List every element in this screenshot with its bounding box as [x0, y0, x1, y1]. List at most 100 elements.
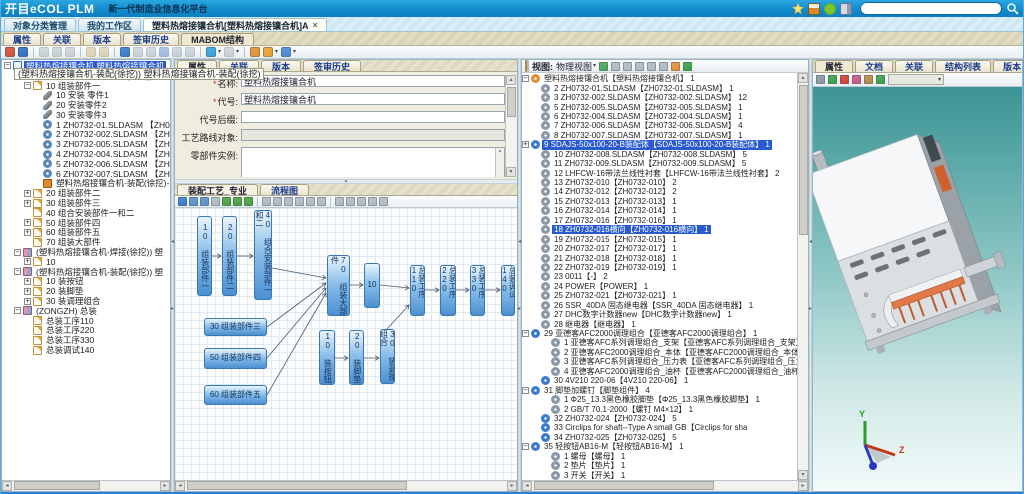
route-icon[interactable] [222, 197, 231, 206]
search-icon[interactable] [1006, 2, 1019, 15]
tree-row-19[interactable]: −(塑料热熔接镶合机-焊接(徐挖)) 塑 [4, 247, 170, 257]
tree-row-2[interactable]: 3 ZH0732-002.SLDASM【ZH0732-002.SLDASM】 1… [522, 93, 797, 102]
redo-route-icon[interactable] [233, 197, 242, 206]
tree-row-29[interactable]: 2 亚德客AFC2000调理组合_本体【亚德客AFC2000调理组合_本体 [522, 348, 797, 357]
detail-tab-2[interactable]: 版本 [261, 60, 301, 71]
tree-row-41[interactable]: 2 垫片【垫片】 1 [522, 461, 797, 470]
tree-row-7[interactable]: 2 ZH0732-002.SLDASM 【ZH07 [4, 130, 170, 140]
tree-row-6[interactable]: 1 ZH0732-01.SLDASM 【ZH073 [4, 120, 170, 130]
same-height-icon[interactable] [368, 197, 377, 206]
flow-node--140[interactable]: 总装调试140 [501, 265, 515, 316]
expand-icon[interactable]: + [24, 229, 31, 236]
sub-tab-3[interactable]: 签审历史 [123, 33, 179, 45]
tree-row-21[interactable]: −(塑料热熔接镶合机-装配(徐挖)) 塑 [4, 267, 170, 277]
collapse-icon[interactable]: − [522, 75, 529, 82]
flow-node-50-[interactable]: 50 组装部件四 [204, 348, 267, 369]
tree-row-16[interactable]: +50 组装部件四 [4, 218, 170, 228]
new-doc-icon[interactable] [527, 60, 529, 72]
sphere-icon-caret[interactable]: ▾ [275, 47, 278, 57]
tree-row-6[interactable]: 8 ZH0732-007.SLDASM【ZH0732-007.SLDASM】 1 [522, 131, 797, 140]
collapse-icon[interactable]: − [24, 82, 31, 89]
doc3-icon[interactable] [635, 62, 644, 71]
zoom-window-icon[interactable] [864, 75, 873, 84]
delete-icon[interactable] [211, 197, 220, 206]
flow-node-40-[interactable]: 40 组合安装部件一和二 [254, 210, 272, 300]
flow-node-20-[interactable]: 20 装脚垫 [349, 330, 364, 385]
expand-icon[interactable]: + [24, 258, 31, 265]
tree-row-22[interactable]: 24 POWER【POWER】 1 [522, 282, 797, 291]
bom-tree-hscrollbar[interactable]: ◂ ▸ [522, 480, 808, 491]
align-center-icon[interactable] [273, 197, 282, 206]
tree-row-1[interactable]: 2 ZH0732-01.SLDASM【ZH0732-01.SLDASM】 1 [522, 83, 797, 92]
same-size-icon[interactable] [379, 197, 388, 206]
collapse-icon[interactable]: − [522, 330, 529, 337]
tree-row-10[interactable]: 12 LHFCW-16带法兰线性衬套【LHFCW-16带法兰线性衬套】 2 [522, 168, 797, 177]
tree-row-35[interactable]: 2 GB/T 70.1-2000【螺钉 M4×12】 1 [522, 404, 797, 413]
tree-row-36[interactable]: 32 ZH0732-024【ZH0732-024】 5 [522, 414, 797, 423]
flow-node-20-[interactable]: 20 组装部件二 [222, 216, 237, 296]
tree-row-9[interactable]: 4 ZH0732-004.SLDASM 【ZH07 [4, 149, 170, 159]
field-input-2[interactable] [241, 111, 505, 123]
tree-row-3[interactable]: 10 安装 零件1 [4, 90, 170, 100]
tree-row-9[interactable]: 11 ZH0732-009.SLDASM【ZH0732-009.SLDASM】 … [522, 159, 797, 168]
align-middle-icon[interactable] [306, 197, 315, 206]
layers-icon[interactable] [224, 47, 234, 57]
process-tree-hscrollbar[interactable]: ◂ ▸ [2, 480, 170, 491]
refresh-icon[interactable] [683, 62, 692, 71]
export-icon[interactable] [99, 47, 109, 57]
flow-node-10-[interactable]: 10 组装部件一 [197, 216, 212, 296]
align-left-icon[interactable] [262, 197, 271, 206]
tree-row-17[interactable]: +60 组装部件五 [4, 228, 170, 238]
flow-node--220[interactable]: 总装工序220 [440, 265, 456, 316]
tree-row-14[interactable]: +30 组装部件三 [4, 198, 170, 208]
tree-row-24[interactable]: 26 SSR_40DA 固态继电器【SSR_40DA 固态继电器】 1 [522, 301, 797, 310]
edit-icon[interactable] [5, 47, 15, 57]
align-right-icon[interactable] [284, 197, 293, 206]
layers-icon-caret[interactable]: ▾ [236, 47, 239, 57]
tree-row-40[interactable]: 1 螺母【螺母】 1 [522, 452, 797, 461]
detail-tab-3[interactable]: 签审历史 [303, 60, 361, 71]
tree-row-4[interactable]: 6 ZH0732-004.SLDASM【ZH0732-004.SLDASM】 1 [522, 112, 797, 121]
undo-route-icon[interactable] [244, 197, 253, 206]
doc4-icon[interactable] [647, 62, 656, 71]
tree-row-38[interactable]: 34 ZH0732-025【ZH0732-025】 5 [522, 433, 797, 442]
diagram-hscrollbar[interactable]: ◂ ▸ [175, 480, 517, 491]
tree-row-27[interactable]: −29 亚德客AFC2000调理组合【亚德客AFC2000调理组合】 1 [522, 329, 797, 338]
space-v-icon[interactable] [346, 197, 355, 206]
tree-row-29[interactable]: 总装调试140 [4, 345, 170, 355]
expand-icon[interactable]: + [24, 200, 31, 207]
tree-row-22[interactable]: +10 装按钮 [4, 277, 170, 287]
scroll-left-icon[interactable]: ◂ [522, 481, 532, 491]
tree-row-14[interactable]: 16 ZH0732-014【ZH0732-014】 1 [522, 206, 797, 215]
tree-row-30[interactable]: 3 亚德客AFC系列调理组合_压力表【亚德客AFC系列调理组合_压力 [522, 357, 797, 366]
tree-row-32[interactable]: 30 4V210 220-06【4V210 220-06】 1 [522, 376, 797, 385]
doc2-icon[interactable] [623, 62, 632, 71]
tree-row-18[interactable]: 20 ZH0732-017【ZH0732-017】 1 [522, 244, 797, 253]
tree-row-2[interactable]: −10 组装部件一 [4, 81, 170, 91]
collapse-icon[interactable]: − [522, 443, 529, 450]
import-icon[interactable] [86, 47, 96, 57]
tree-row-23[interactable]: +20 装脚垫 [4, 286, 170, 296]
tree-row-28[interactable]: 总装工序330 [4, 335, 170, 345]
sign-icon[interactable] [159, 47, 169, 57]
field-input-1[interactable] [241, 93, 505, 105]
tree-row-12[interactable]: 14 ZH0732-012【ZH0732-012】 2 [522, 187, 797, 196]
report-icon-caret[interactable]: ▾ [293, 47, 296, 57]
tree-row-11[interactable]: 13 ZH0732-010【ZH0732-010】 2 [522, 178, 797, 187]
scroll-right-icon[interactable]: ▸ [160, 481, 170, 491]
tree-row-20[interactable]: 22 ZH0732-019【ZH0732-019】 1 [522, 263, 797, 272]
space-h-icon[interactable] [335, 197, 344, 206]
report-icon[interactable] [281, 47, 291, 57]
tree-row-13[interactable]: 15 ZH0732-013【ZH0732-013】 1 [522, 197, 797, 206]
preview-tab-4[interactable]: 版本 [993, 60, 1023, 72]
scroll-up-icon[interactable]: ▴ [506, 75, 516, 85]
comment-icon[interactable] [599, 62, 608, 71]
tree-row-3[interactable]: 5 ZH0732-005.SLDASM【ZH0732-005.SLDASM】 1 [522, 102, 797, 111]
scroll-left-icon[interactable]: ◂ [175, 481, 185, 491]
tree-row-10[interactable]: 5 ZH0732-006.SLDASM 【ZH07 [4, 159, 170, 169]
tree-row-15[interactable]: 40 组合安装部件一和二 [4, 208, 170, 218]
globe-icon[interactable] [206, 47, 216, 57]
view-mode-combo[interactable]: ▾ [888, 74, 944, 85]
tree-row-42[interactable]: 3 开关【开关】 1 [522, 470, 797, 479]
tree-row-23[interactable]: 25 ZH0732-021【ZH0732-021】 1 [522, 291, 797, 300]
